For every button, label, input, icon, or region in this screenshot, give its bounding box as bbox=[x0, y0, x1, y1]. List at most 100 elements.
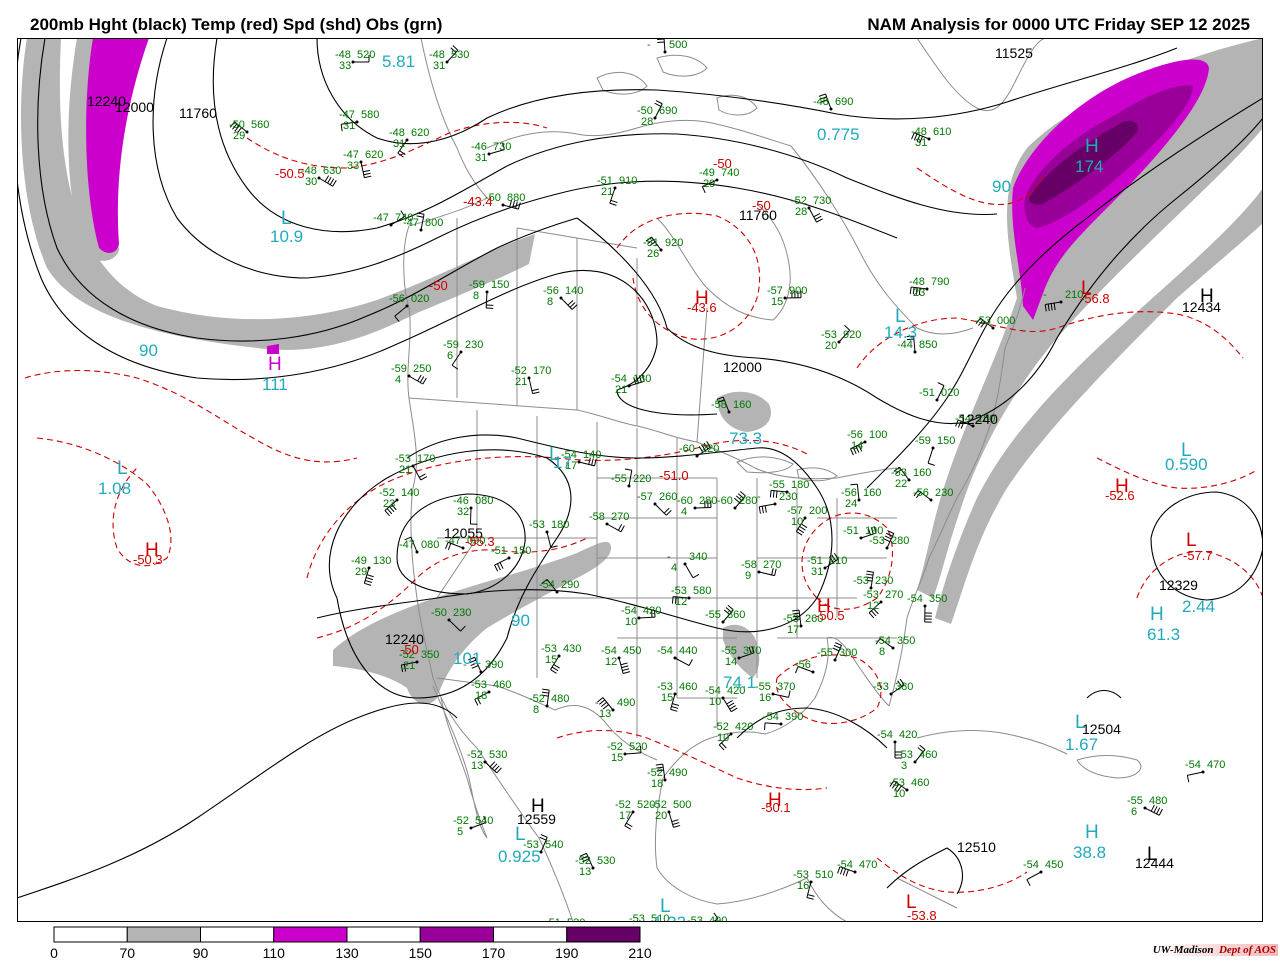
colorbar-swatch bbox=[274, 927, 347, 942]
obs-dewpoint-depression: 15 bbox=[771, 296, 783, 308]
obs-height: 480 bbox=[1149, 795, 1167, 807]
obs-height: 130 bbox=[633, 373, 651, 385]
obs-temp: -47 bbox=[399, 539, 415, 551]
obs-temp: - bbox=[757, 491, 761, 503]
obs-temp: -53 bbox=[853, 575, 869, 587]
height-contour-label: 12510 bbox=[957, 839, 996, 855]
obs-temp: -55 bbox=[705, 609, 721, 621]
high-marker: H bbox=[268, 354, 282, 375]
speed-max-label: 1.08 bbox=[98, 479, 131, 498]
obs-height: 520 bbox=[629, 741, 647, 753]
obs-temp: -53 bbox=[629, 913, 645, 922]
obs-dewpoint-depression: 31 bbox=[811, 566, 823, 578]
speed-colorbar bbox=[53, 926, 641, 944]
low-marker: L bbox=[906, 892, 917, 913]
colorbar-swatch bbox=[54, 927, 127, 942]
obs-dewpoint-depression: 6 bbox=[447, 350, 453, 362]
obs-height: 470 bbox=[859, 859, 877, 871]
obs-dewpoint-depression: 12 bbox=[867, 600, 879, 612]
wind-barb-staff bbox=[695, 507, 711, 508]
obs-temp: -50 bbox=[431, 607, 447, 619]
obs-height: 180 bbox=[791, 479, 809, 491]
obs-height: 230 bbox=[935, 487, 953, 499]
obs-height: 230 bbox=[453, 607, 471, 619]
obs-dewpoint-depression: 29 bbox=[355, 566, 367, 578]
obs-dewpoint-depression: 10 bbox=[625, 616, 637, 628]
obs-height: 610 bbox=[933, 126, 951, 138]
obs-temp: -54 bbox=[837, 859, 853, 871]
obs-height: 470 bbox=[1207, 759, 1225, 771]
obs-dewpoint-depression: 14 bbox=[725, 656, 737, 668]
colorbar-tick-label: 210 bbox=[628, 945, 651, 961]
obs-temp: -56 bbox=[913, 487, 929, 499]
obs-height: 140 bbox=[583, 449, 601, 461]
obs-dewpoint-depression: 13 bbox=[471, 760, 483, 772]
obs-height: 910 bbox=[619, 175, 637, 187]
colorbar-tick-label: 150 bbox=[409, 945, 432, 961]
speed-max-label: 90 bbox=[511, 611, 530, 630]
obs-temp: -53 bbox=[869, 535, 885, 547]
obs-height: 180 bbox=[551, 519, 569, 531]
obs-height: 370 bbox=[743, 645, 761, 657]
obs-height: 620 bbox=[411, 127, 429, 139]
obs-height: 460 bbox=[493, 679, 511, 691]
obs-dewpoint-depression: 12 bbox=[675, 596, 687, 608]
obs-height: 220 bbox=[701, 443, 719, 455]
obs-dewpoint-depression: 21 bbox=[615, 384, 627, 396]
colorbar-tick-label: 190 bbox=[555, 945, 578, 961]
low-marker: L bbox=[515, 824, 526, 845]
obs-temp: -59 bbox=[915, 435, 931, 447]
obs-temp: - bbox=[1043, 289, 1047, 301]
obs-height: 170 bbox=[417, 453, 435, 465]
map-title: 200mb Hght (black) Temp (red) Spd (shd) … bbox=[30, 15, 442, 35]
obs-temp: -54 bbox=[539, 579, 555, 591]
obs-dewpoint-depression: 28 bbox=[641, 116, 653, 128]
obs-height: 540 bbox=[475, 815, 493, 827]
obs-dewpoint-depression: 3 bbox=[901, 760, 907, 772]
obs-height: 130 bbox=[373, 555, 391, 567]
credit-org: UW-Madison bbox=[1153, 944, 1214, 956]
obs-height: 080 bbox=[475, 495, 493, 507]
height-contour-label: 11525 bbox=[995, 45, 1033, 61]
obs-height: 630 bbox=[323, 165, 341, 177]
obs-dewpoint-depression: 20 bbox=[655, 810, 667, 822]
temperature-label: -50 bbox=[429, 278, 448, 293]
wind-barb-staff bbox=[470, 508, 471, 524]
obs-height: 510 bbox=[815, 869, 833, 881]
obs-dewpoint-depression: 24 bbox=[845, 498, 857, 510]
obs-height: 270 bbox=[611, 511, 629, 523]
credit-dept: Dept of AOS bbox=[1219, 944, 1276, 956]
low-marker: L bbox=[1081, 278, 1092, 299]
speed-max-label: 1.67 bbox=[1065, 735, 1098, 754]
low-marker: L bbox=[1147, 844, 1158, 865]
obs-height: 380 bbox=[895, 681, 913, 693]
obs-dewpoint-depression: 21 bbox=[399, 464, 411, 476]
low-marker: L bbox=[660, 896, 671, 917]
obs-dewpoint-depression: 23 bbox=[913, 287, 925, 299]
obs-temp: -56 bbox=[795, 659, 811, 671]
obs-height: 390 bbox=[485, 659, 503, 671]
high-marker: H bbox=[1200, 286, 1214, 307]
obs-height: 430 bbox=[563, 643, 581, 655]
obs-temp: -54 bbox=[877, 729, 893, 741]
weather-map: -4852033-4853031-500-5056029-4758031-486… bbox=[17, 38, 1263, 922]
obs-height: 460 bbox=[919, 749, 937, 761]
low-marker: L bbox=[549, 444, 560, 465]
speed-max-label: 90 bbox=[992, 177, 1011, 196]
obs-height: 420 bbox=[735, 721, 753, 733]
obs-height: 500 bbox=[673, 799, 691, 811]
obs-height: 350 bbox=[929, 593, 947, 605]
obs-height: 790 bbox=[931, 276, 949, 288]
speed-max-label: 0.925 bbox=[498, 847, 541, 866]
obs-dewpoint-depression: 16 bbox=[797, 880, 809, 892]
speed-max-label: 74.1 bbox=[723, 673, 756, 692]
obs-dewpoint-depression: 6 bbox=[1131, 806, 1137, 818]
obs-dewpoint-depression: 33 bbox=[339, 60, 351, 72]
colorbar-swatch bbox=[201, 927, 274, 942]
obs-dewpoint-depression: 31 bbox=[343, 120, 355, 132]
high-marker: H bbox=[817, 596, 831, 617]
height-contour-label: 12329 bbox=[1159, 577, 1198, 593]
obs-dewpoint-depression: 29 bbox=[703, 178, 715, 190]
colorbar-tick-label: 70 bbox=[119, 945, 135, 961]
speed-max-label: 101 bbox=[453, 649, 481, 668]
